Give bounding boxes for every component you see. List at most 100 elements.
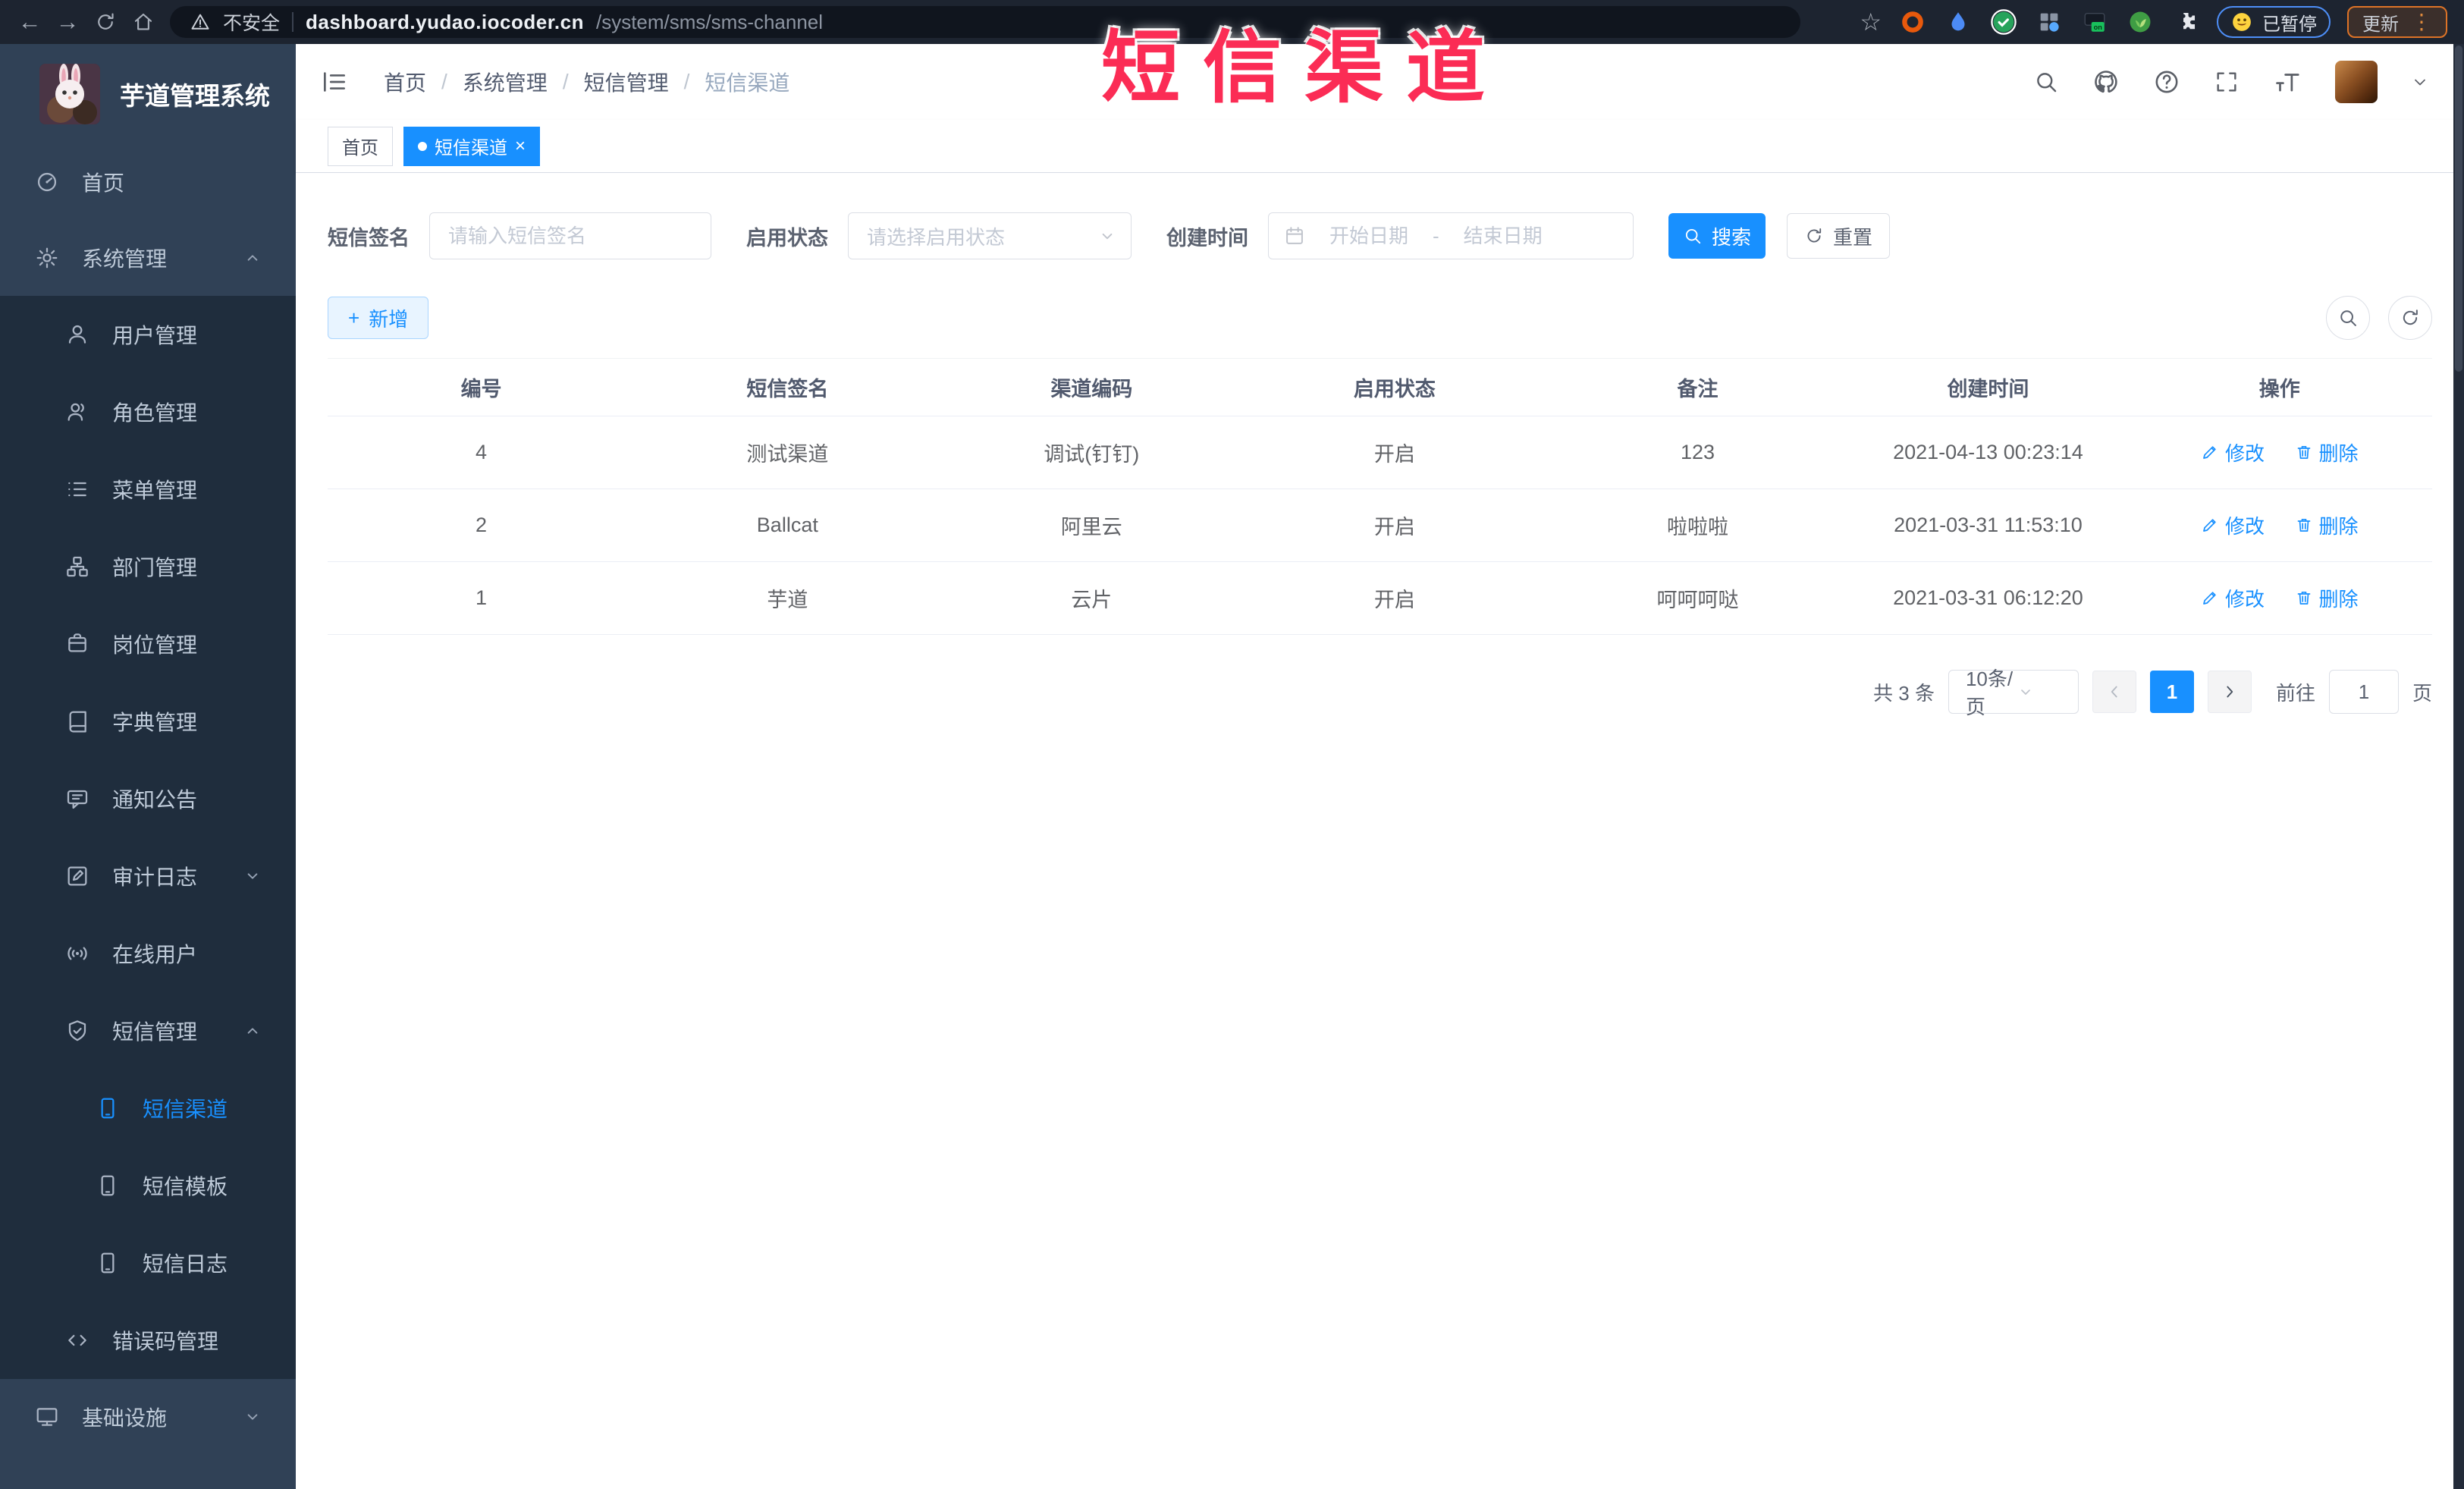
table-row: 4 测试渠道 调试(钉钉) 开启 123 2021-04-13 00:23:14… — [328, 416, 2432, 489]
sidebar-item-home[interactable]: 首页 — [0, 144, 296, 220]
tag-home[interactable]: 首页 — [328, 126, 393, 166]
extension-on-badge-icon[interactable]: on — [2080, 8, 2109, 36]
time-label: 创建时间 — [1166, 226, 1248, 250]
search-button[interactable]: 搜索 — [1668, 213, 1766, 259]
search-icon — [1685, 228, 1701, 244]
goto-page-input[interactable] — [2328, 670, 2399, 714]
sidebar-item-error-codes[interactable]: 错误码管理 — [0, 1302, 296, 1379]
url-host: dashboard.yudao.iocoder.cn — [306, 10, 584, 33]
refresh-icon — [1807, 228, 1822, 243]
sidebar-item-menus[interactable]: 菜单管理 — [0, 451, 296, 528]
browser-menu-icon[interactable]: ⋮ — [2411, 11, 2432, 33]
sidebar-item-dictionary[interactable]: 字典管理 — [0, 683, 296, 760]
sidebar-item-infrastructure[interactable]: 基础设施 — [0, 1379, 296, 1455]
cell-created: 2021-04-13 00:23:14 — [1849, 416, 2127, 489]
chevron-down-icon — [243, 1407, 262, 1427]
sidebar-item-label: 在线用户 — [112, 943, 198, 966]
edit-link[interactable]: 修改 — [2201, 511, 2265, 539]
chevron-up-icon — [243, 248, 262, 268]
page-size-select[interactable]: 10条/页 — [1948, 668, 2079, 718]
add-button[interactable]: + 新增 — [328, 297, 429, 339]
sidebar-item-notices[interactable]: 通知公告 — [0, 760, 296, 837]
sidebar-item-audit-logs[interactable]: 审计日志 — [0, 837, 296, 915]
extension-puzzle-icon[interactable] — [2171, 8, 2200, 36]
breadcrumb-home[interactable]: 首页 — [384, 67, 426, 97]
user-icon — [62, 322, 93, 347]
browser-home-icon[interactable] — [124, 5, 162, 39]
prev-page-button[interactable] — [2092, 671, 2136, 713]
page-scrollbar[interactable] — [2453, 44, 2464, 1489]
sidebar-item-system[interactable]: 系统管理 — [0, 220, 296, 296]
sidebar-item-label: 短信模板 — [143, 1175, 228, 1198]
date-range-picker[interactable]: - — [1268, 212, 1634, 259]
start-date-input[interactable] — [1313, 224, 1425, 248]
breadcrumb-system[interactable]: 系统管理 — [463, 67, 548, 97]
extension-orange-ring-icon[interactable] — [1898, 8, 1927, 36]
book-icon — [62, 709, 93, 734]
sidebar-item-roles[interactable]: 角色管理 — [0, 373, 296, 451]
refresh-table-button[interactable] — [2388, 296, 2432, 340]
status-select[interactable]: 请选择启用状态 — [848, 212, 1132, 259]
sidebar-logo-row[interactable]: 芋道管理系统 — [0, 44, 296, 144]
sidebar-item-sms-channel[interactable]: 短信渠道 — [0, 1070, 296, 1147]
sidebar-item-label: 通知公告 — [112, 788, 198, 812]
sign-input[interactable] — [429, 212, 711, 259]
browser-back-icon[interactable]: ← — [11, 5, 49, 39]
cell-created: 2021-03-31 06:12:20 — [1849, 561, 2127, 635]
sidebar-item-departments[interactable]: 部门管理 — [0, 528, 296, 605]
close-icon[interactable]: × — [515, 137, 526, 155]
extension-sprout-icon[interactable] — [2126, 8, 2155, 36]
annotation-title: 短信渠道 — [1101, 24, 1508, 112]
breadcrumb-sms[interactable]: 短信管理 — [584, 67, 669, 97]
next-page-button[interactable] — [2207, 671, 2252, 713]
github-icon[interactable] — [2092, 68, 2120, 96]
browser-update-button[interactable]: 更新 ⋮ — [2347, 6, 2447, 38]
sidebar-item-label: 基础设施 — [82, 1406, 168, 1430]
search-icon[interactable] — [2033, 69, 2059, 95]
breadcrumb: 首页 / 系统管理 / 短信管理 / 短信渠道 — [384, 67, 789, 97]
sidebar-item-users[interactable]: 用户管理 — [0, 296, 296, 373]
phone-icon — [93, 1096, 123, 1120]
end-date-input[interactable] — [1446, 224, 1559, 248]
scrollbar-thumb[interactable] — [2455, 46, 2462, 372]
chevron-up-icon — [243, 1021, 262, 1041]
sidebar-item-online-users[interactable]: 在线用户 — [0, 915, 296, 992]
reset-button[interactable]: 重置 — [1787, 213, 1891, 259]
cell-created: 2021-03-31 11:53:10 — [1849, 488, 2127, 562]
tag-sms-channel[interactable]: 短信渠道 × — [403, 126, 541, 166]
edit-link[interactable]: 修改 — [2201, 584, 2265, 612]
extension-grid-icon[interactable] — [2035, 8, 2064, 36]
table-row: 2 Ballcat 阿里云 开启 啦啦啦 2021-03-31 11:53:10… — [328, 488, 2432, 562]
cell-status: 开启 — [1243, 416, 1546, 489]
bookmark-star-icon[interactable]: ☆ — [1860, 8, 1882, 36]
avatar-caret-icon[interactable] — [2411, 73, 2429, 91]
shield-message-icon — [62, 1019, 93, 1043]
address-bar[interactable]: 不安全 dashboard.yudao.iocoder.cn /system/s… — [170, 6, 1800, 38]
user-avatar[interactable] — [2335, 61, 2378, 103]
toggle-search-button[interactable] — [2326, 296, 2370, 340]
delete-link[interactable]: 删除 — [2295, 511, 2359, 539]
browser-reload-icon[interactable] — [86, 5, 124, 39]
sidebar-item-sms-log[interactable]: 短信日志 — [0, 1224, 296, 1302]
extension-green-check-icon[interactable] — [1989, 8, 2018, 36]
edit-link[interactable]: 修改 — [2201, 438, 2265, 466]
sidebar-item-posts[interactable]: 岗位管理 — [0, 605, 296, 683]
sidebar-item-sms-template[interactable]: 短信模板 — [0, 1147, 296, 1224]
sidebar-item-sms-management[interactable]: 短信管理 — [0, 992, 296, 1070]
cell-status: 开启 — [1243, 488, 1546, 562]
sidebar-item-label: 短信渠道 — [143, 1098, 228, 1121]
cell-sign: Ballcat — [635, 488, 940, 562]
browser-forward-icon[interactable]: → — [49, 5, 86, 39]
page-number-1[interactable]: 1 — [2149, 671, 2194, 713]
extension-blue-drop-icon[interactable] — [1944, 8, 1973, 36]
status-label: 启用状态 — [746, 226, 828, 250]
profile-paused-chip[interactable]: 已暂停 — [2217, 6, 2331, 38]
sidebar-collapse-icon[interactable] — [320, 68, 349, 96]
delete-link[interactable]: 删除 — [2295, 438, 2359, 466]
app-title: 芋道管理系统 — [120, 82, 270, 110]
help-icon[interactable] — [2153, 68, 2180, 96]
delete-link[interactable]: 删除 — [2295, 584, 2359, 612]
fullscreen-icon[interactable] — [2214, 69, 2240, 95]
col-sign: 短信签名 — [635, 358, 940, 416]
font-size-icon[interactable] — [2273, 68, 2302, 96]
